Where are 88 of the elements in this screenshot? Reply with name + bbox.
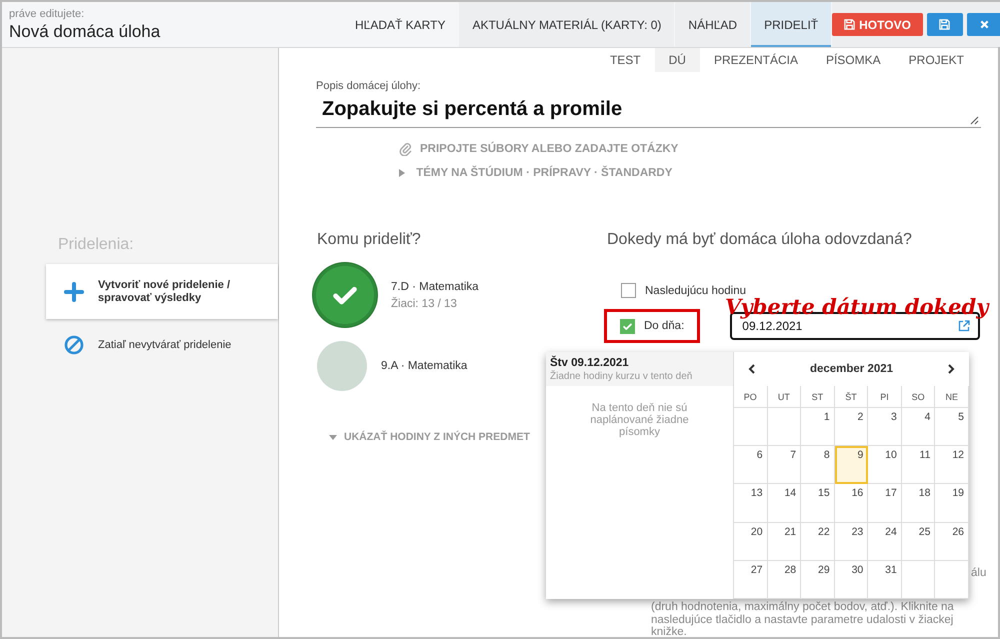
help-text: (druh hodnotenia, maximálny počet bodov, atď.). Kliknite na nasledujúce tlačidlo a nastavte parametre udalosti v žiackej knižke. [651,601,955,638]
type-tab[interactable]: PROJEKT [894,48,978,72]
type-tab[interactable]: DÚ [654,48,700,72]
selected-date-title: Štv 09.12.2021 [550,357,630,369]
calendar-day[interactable]: 1 [801,408,835,446]
checkbox[interactable] [621,283,636,298]
type-tab[interactable]: PÍSOMKA [812,48,895,72]
calendar-day[interactable]: 10 [868,446,902,484]
calendar-day[interactable]: 18 [902,484,936,523]
empty-calendar-cell [935,560,969,599]
empty-calendar-cell [768,408,802,446]
sidebar-item[interactable]: Vytvoriť nové pridelenie / spravovať výsledky [46,264,278,319]
calendar-day[interactable]: 9 [834,446,868,484]
calendar-day[interactable]: 4 [902,408,936,446]
class-name: 7.D · Matematika [391,280,479,292]
section-title: Komu prideliť? [317,231,422,249]
calendar-day[interactable]: 20 [734,522,768,561]
calendar-day[interactable]: 5 [935,408,969,446]
save-icon [844,19,856,30]
section-title: Dokedy má byť domáca úloha odovzdaná? [607,231,913,249]
class-name: 9.A · Matematika [381,360,468,372]
calendar-day[interactable]: 31 [868,560,902,599]
calendar-day[interactable]: 12 [935,446,969,484]
student-count: Žiaci: 13 / 13 [391,298,458,310]
caption-text: práve editujete: [9,8,86,20]
weekday-label: SO [902,386,936,408]
paperclip-icon [399,142,412,156]
calendar-day[interactable]: 24 [868,522,902,561]
save-icon [939,19,950,30]
document-title: Nová domáca úloha [9,22,162,42]
empty-message: Na tento deň nie sú naplánované žiadne písomky [589,402,690,438]
calendar-day[interactable]: 15 [801,484,835,523]
close-button[interactable] [966,13,1000,36]
calendar-day[interactable]: 17 [868,484,902,523]
tab[interactable]: HĽADAŤ KARTY [342,2,458,47]
calendar-day[interactable]: 6 [734,446,768,484]
field-label: Popis domácej úlohy: [316,80,422,92]
checkbox[interactable] [620,318,635,334]
empty-calendar-cell [902,560,936,599]
chevron-left-icon [748,364,755,374]
option-label: Do dňa: [644,320,684,332]
description-field[interactable]: Zopakujte si percentá a promile [316,92,981,128]
external-link-icon [958,320,970,332]
close-icon [980,20,990,29]
calendar-day[interactable]: 30 [834,560,868,599]
section-title: Pridelenia: [58,236,135,254]
sidebar-item[interactable]: Zatiaľ nevytvárať pridelenie [46,319,278,371]
calendar-day[interactable]: 21 [768,522,802,561]
calendar-day[interactable]: 25 [902,522,936,561]
weekday-label: PO [734,386,768,408]
type-tab[interactable]: TEST [596,48,655,72]
prohibited-icon [64,335,84,355]
save-button[interactable] [926,13,963,36]
calendar-day[interactable]: 7 [768,446,802,484]
next-month-button[interactable] [946,362,957,376]
tab[interactable]: AKTUÁLNY MATERIÁL (KARTY: 0) [459,2,674,47]
tab[interactable]: NÁHĽAD [675,2,750,47]
calendar-day[interactable]: 16 [834,484,868,523]
weekday-label: ŠT [834,386,868,408]
calendar-day[interactable]: 11 [902,446,936,484]
calendar-day[interactable]: 14 [768,484,802,523]
weekday-label: NE [935,386,969,408]
plus-icon [64,282,84,302]
type-tab[interactable]: PREZENTÁCIA [700,48,812,72]
calendar-day[interactable]: 19 [935,484,969,523]
month-title: december 2021 [810,363,894,375]
day-subtitle: Žiadne hodiny kurzu v tento deň [550,371,694,382]
calendar-day[interactable]: 3 [868,408,902,446]
calendar-day[interactable]: 26 [935,522,969,561]
chevron-right-icon [948,364,955,374]
caret-down-icon [329,434,337,440]
calendar-day[interactable]: 13 [734,484,768,523]
weekday-label: UT [768,386,802,408]
calendar-day[interactable]: 22 [801,522,835,561]
calendar-day[interactable]: 23 [834,522,868,561]
weekday-label: PI [868,386,902,408]
weekday-label: ST [801,386,835,408]
calendar-day[interactable]: 27 [734,560,768,599]
check-icon [622,320,633,332]
note-fragment: álu [971,567,986,579]
resize-grip-icon [970,116,979,125]
done-button[interactable]: HOTOVO [832,13,923,36]
option-label: Nasledujúcu hodinu [645,284,746,296]
calendar-day[interactable]: 28 [768,560,802,599]
previous-month-button[interactable] [746,362,757,376]
tab[interactable]: PRIDELIŤ [751,2,832,47]
caret-right-icon [399,169,405,177]
calendar-day[interactable]: 29 [801,560,835,599]
